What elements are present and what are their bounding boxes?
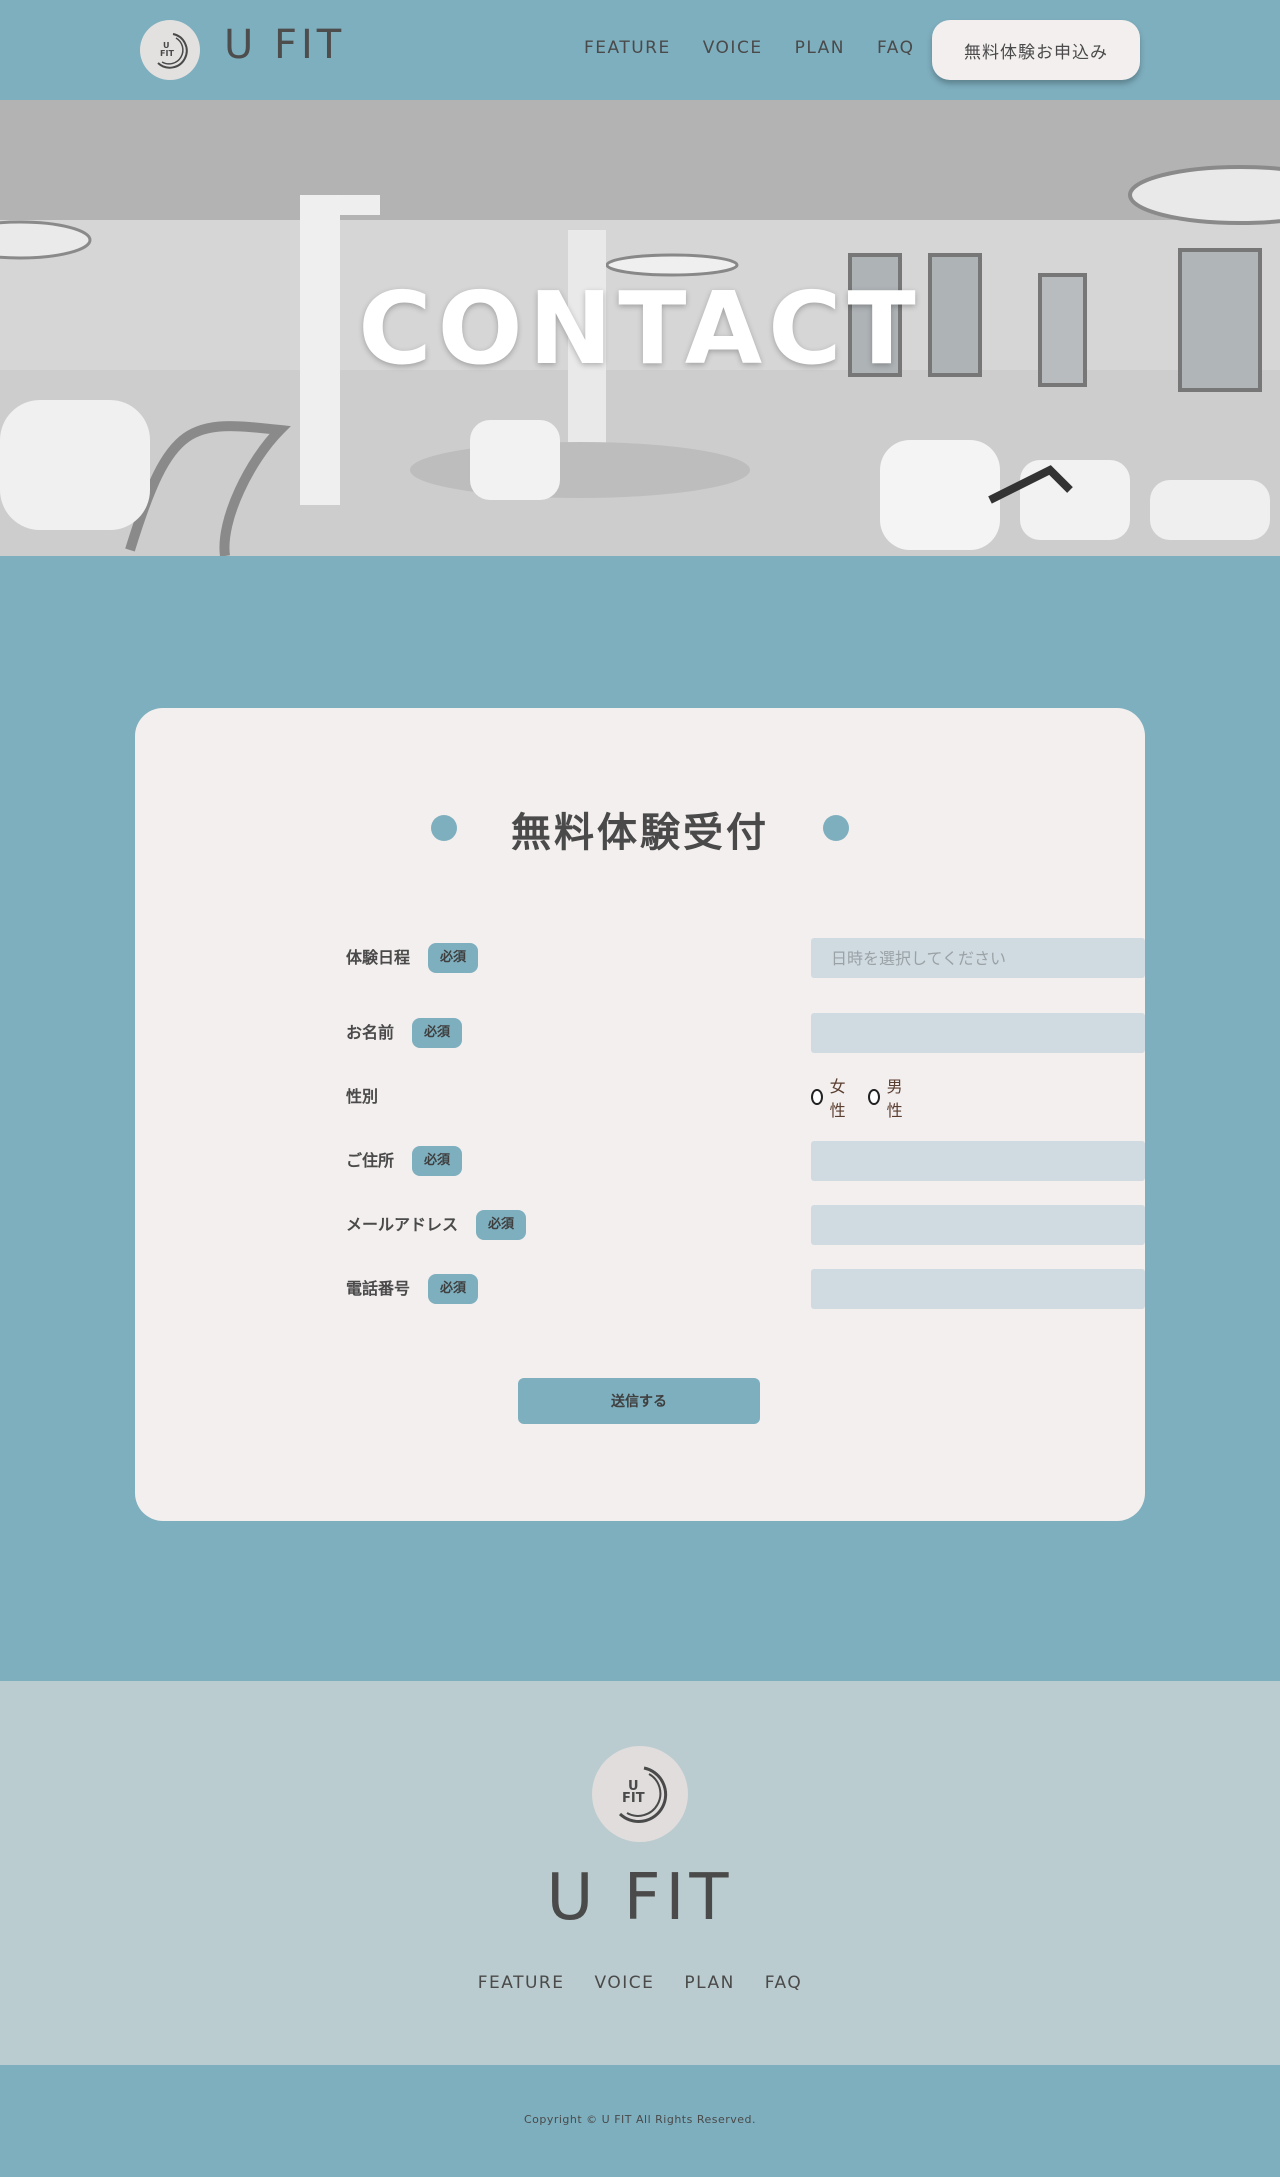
footer-nav-plan[interactable]: PLAN	[684, 1973, 734, 1993]
radio-female[interactable]	[811, 1089, 823, 1105]
phone-label: 電話番号	[346, 1279, 411, 1298]
required-badge: 必須	[428, 943, 479, 973]
female-label: 女性	[829, 1077, 846, 1120]
form-heading: 無料体験受付	[511, 810, 769, 856]
nav-feature[interactable]: FEATURE	[584, 38, 671, 58]
brand-name[interactable]: U FIT	[224, 22, 345, 68]
free-trial-button[interactable]: 無料体験お申込み	[932, 20, 1140, 80]
heading-dot-right	[823, 815, 849, 841]
date-label: 体験日程	[346, 948, 411, 967]
footer-nav-faq[interactable]: FAQ	[765, 1973, 802, 1993]
email-input[interactable]	[811, 1205, 1145, 1245]
required-badge: 必須	[412, 1146, 463, 1176]
male-label: 男性	[886, 1077, 903, 1120]
footer-nav-feature[interactable]: FEATURE	[478, 1973, 565, 1993]
contact-form-card: 無料体験受付 体験日程 必須 お名前 必須 性別 女性 男性	[135, 708, 1145, 1521]
radio-male[interactable]	[868, 1089, 880, 1105]
address-label: ご住所	[346, 1151, 395, 1170]
gender-options: 女性 男性	[811, 1077, 907, 1120]
date-input[interactable]	[811, 938, 1145, 978]
footer-brand: U FIT	[546, 1861, 734, 1935]
nav-faq[interactable]: FAQ	[877, 38, 914, 58]
nav-voice[interactable]: VOICE	[703, 38, 763, 58]
copyright-bar: Copyright © U FIT All Rights Reserved.	[0, 2065, 1280, 2177]
name-label: お名前	[346, 1023, 395, 1042]
required-badge: 必須	[428, 1274, 479, 1304]
address-input[interactable]	[811, 1141, 1145, 1181]
footer-logo-icon[interactable]: U FIT	[592, 1746, 688, 1842]
footer-nav: FEATURE VOICE PLAN FAQ	[0, 1973, 1280, 1993]
site-header: U FIT U FIT FEATURE VOICE PLAN FAQ 無料体験お…	[0, 0, 1280, 100]
site-footer: U FIT U FIT FEATURE VOICE PLAN FAQ	[0, 1681, 1280, 2065]
email-label: メールアドレス	[346, 1215, 459, 1234]
phone-input[interactable]	[811, 1269, 1145, 1309]
required-badge: 必須	[476, 1210, 527, 1240]
main-nav: FEATURE VOICE PLAN FAQ	[584, 38, 914, 58]
submit-button[interactable]: 送信する	[518, 1378, 760, 1424]
page-title: CONTACT	[358, 270, 922, 387]
gender-label: 性別	[346, 1087, 379, 1106]
copyright-text: Copyright © U FIT All Rights Reserved.	[523, 2113, 757, 2126]
name-input[interactable]	[811, 1013, 1145, 1053]
svg-text:FIT: FIT	[160, 49, 174, 58]
hero-banner: CONTACT	[0, 100, 1280, 556]
nav-plan[interactable]: PLAN	[795, 38, 845, 58]
required-badge: 必須	[412, 1018, 463, 1048]
logo-icon[interactable]: U FIT	[140, 20, 200, 80]
footer-nav-voice[interactable]: VOICE	[594, 1973, 654, 1993]
gender-option-male[interactable]: 男性	[868, 1073, 907, 1121]
gender-option-female[interactable]: 女性	[811, 1073, 850, 1121]
contact-section: 無料体験受付 体験日程 必須 お名前 必須 性別 女性 男性	[0, 556, 1280, 1681]
svg-text:FIT: FIT	[622, 1791, 645, 1806]
